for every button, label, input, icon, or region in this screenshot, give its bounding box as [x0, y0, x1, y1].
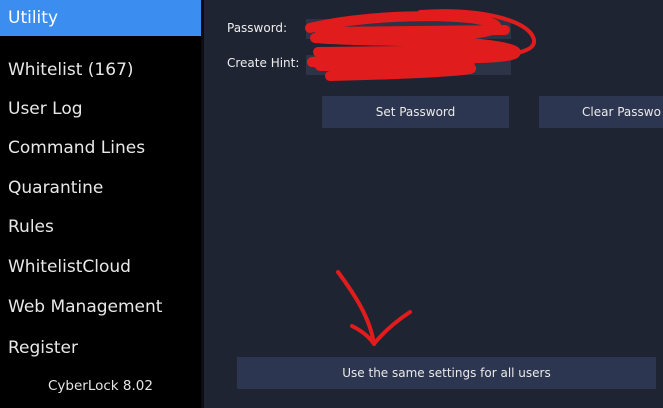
sidebar-item-utility[interactable]: Utility	[0, 0, 201, 36]
same-settings-all-users-button[interactable]: Use the same settings for all users	[237, 357, 656, 389]
sidebar-item-rules[interactable]: Rules	[0, 209, 201, 245]
sidebar-item-quarantine[interactable]: Quarantine	[0, 170, 201, 206]
version-label: CyberLock 8.02	[48, 378, 153, 394]
sidebar-item-web-management[interactable]: Web Management	[0, 289, 201, 325]
sidebar-item-whitelistcloud[interactable]: WhitelistCloud	[0, 249, 201, 285]
clear-password-button[interactable]: Clear Passwo	[539, 96, 663, 128]
create-hint-label: Create Hint:	[227, 56, 300, 70]
password-field[interactable]	[306, 19, 511, 39]
sidebar-nav: Utility Whitelist (167) User Log Command…	[0, 0, 201, 408]
create-hint-field[interactable]	[306, 55, 511, 75]
set-password-button[interactable]: Set Password	[322, 96, 509, 128]
sidebar-item-command-lines[interactable]: Command Lines	[0, 130, 201, 166]
utility-panel: Password: Create Hint: Set Password Clea…	[204, 0, 663, 408]
password-label: Password:	[227, 21, 288, 35]
sidebar-item-user-log[interactable]: User Log	[0, 91, 201, 127]
sidebar-item-whitelist[interactable]: Whitelist (167)	[0, 52, 201, 88]
sidebar-item-register[interactable]: Register	[0, 330, 201, 366]
